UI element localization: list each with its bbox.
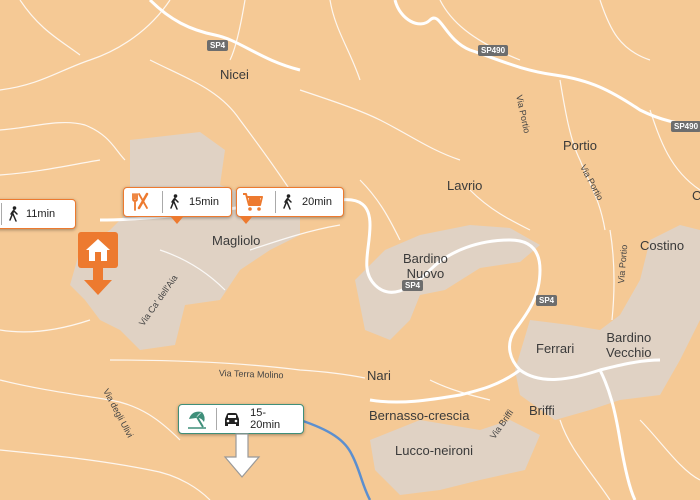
place-label-bardino-nuovo: Bardino Nuovo: [403, 251, 448, 281]
car-icon: [223, 412, 241, 426]
place-label-briffi: Briffi: [529, 403, 555, 418]
callout-separator: [1, 203, 2, 225]
place-label-portio: Portio: [563, 138, 597, 153]
house-marker-icon[interactable]: [78, 232, 118, 268]
beach-callout[interactable]: 15-20min: [178, 404, 304, 434]
down-arrow-icon: [84, 268, 112, 295]
callout-pointer: [171, 217, 183, 224]
place-label-magliolo: Magliolo: [212, 233, 261, 248]
road-shield-sp490: SP490: [671, 121, 700, 132]
place-label-edge: C: [692, 188, 700, 203]
place-label-bardino-vecchio: Bardino Vecchio: [606, 330, 652, 360]
fork-knife-icon: [124, 192, 156, 212]
place-label-costino: Costino: [640, 238, 685, 253]
callout-separator: [162, 191, 163, 213]
road-shield-sp4: SP4: [207, 40, 229, 51]
drive-time-text: 15-20min: [250, 407, 281, 431]
callout-separator: [216, 408, 218, 430]
walk-time-text: 20min: [302, 196, 332, 208]
callout-separator: [275, 191, 276, 213]
place-label-nari: Nari: [367, 368, 391, 383]
place-label-lavrio: Lavrio: [447, 178, 483, 193]
road-shield-sp4: SP4: [402, 280, 424, 291]
shop-callout[interactable]: 20min: [236, 187, 344, 217]
walking-person-icon: [8, 206, 20, 222]
walk-time-text: 11min: [26, 208, 56, 220]
walking-person-icon: [169, 194, 181, 210]
walking-person-icon: [282, 194, 294, 210]
walk-time-text: 15min: [189, 196, 219, 208]
place-label-ferrari: Ferrari: [536, 341, 575, 356]
place-label-nicei: Nicei: [220, 67, 249, 82]
shopping-cart-icon: [237, 192, 269, 212]
road-shield-sp490: SP490: [478, 45, 509, 56]
road-shield-sp4: SP4: [536, 295, 558, 306]
callout-pointer: [240, 217, 252, 224]
restaurant-callout[interactable]: 15min: [123, 187, 232, 217]
place-label-lucco-neironi: Lucco-neironi: [395, 443, 474, 458]
place-label-bernasso-crescia: Bernasso-crescia: [369, 408, 470, 423]
walk-time-callout[interactable]: 11min: [0, 199, 76, 229]
down-arrow-icon: [223, 433, 261, 478]
beach-umbrella-icon: [179, 409, 214, 429]
